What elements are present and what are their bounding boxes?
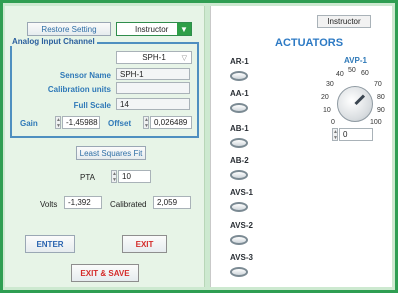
pta-spinner-icon[interactable]: ▲ ▼: [111, 170, 117, 183]
volts-label: Volts: [40, 200, 58, 209]
channel-select[interactable]: SPH-1 ▽: [116, 51, 192, 64]
instructor-select-value: Instructor: [135, 24, 169, 34]
actuator-label-aa-1: AA-1: [230, 89, 249, 98]
actuator-label-avs-2: AVS-2: [230, 221, 253, 230]
volts-value: -1,392: [64, 196, 102, 209]
enter-label: ENTER: [36, 239, 64, 249]
pta-label: PTA: [80, 173, 95, 182]
calibrated-value: 2,059: [153, 196, 191, 209]
dial-tick-30: 30: [326, 81, 334, 88]
avp-1-label: AVP-1: [344, 56, 367, 65]
enter-button[interactable]: ENTER: [25, 235, 75, 253]
dial-tick-50: 50: [348, 67, 356, 74]
calibration-units-label: Calibration units: [47, 85, 111, 94]
exit-save-button[interactable]: EXIT & SAVE: [71, 264, 139, 282]
dial-tick-70: 70: [374, 81, 382, 88]
gain-spinner-icon[interactable]: ▲ ▼: [55, 116, 61, 129]
full-scale-label: Full Scale: [73, 101, 111, 110]
dial-value-field[interactable]: 0: [339, 128, 373, 141]
exit-button[interactable]: EXIT: [122, 235, 167, 253]
analog-input-title: Analog Input Channel: [10, 37, 97, 46]
actuator-label-ab-1: AB-1: [230, 124, 249, 133]
actuator-label-ar-1: AR-1: [230, 57, 249, 66]
offset-field[interactable]: 0,026489: [150, 116, 192, 129]
exit-save-label: EXIT & SAVE: [80, 268, 130, 278]
actuator-label-avs-1: AVS-1: [230, 188, 253, 197]
least-squares-label: Least Squares Fit: [79, 148, 143, 158]
dial-tick-60: 60: [361, 70, 369, 77]
dial-tick-0: 0: [331, 119, 335, 126]
dial-spinner-icon[interactable]: ▲ ▼: [332, 128, 338, 141]
actuator-label-avs-3: AVS-3: [230, 253, 253, 262]
least-squares-fit-button[interactable]: Least Squares Fit: [76, 146, 146, 160]
offset-spinner-icon[interactable]: ▲ ▼: [143, 116, 149, 129]
channel-select-value: SPH-1: [142, 53, 166, 62]
pta-field[interactable]: 10: [118, 170, 151, 183]
gain-label: Gain: [20, 119, 38, 128]
instructor-select[interactable]: Instructor ▼: [116, 22, 192, 36]
actuators-title: ACTUATORS: [275, 37, 344, 49]
dial-tick-10: 10: [323, 107, 331, 114]
led-indicator-icon[interactable]: [230, 235, 248, 245]
sensor-name-field[interactable]: SPH-1: [116, 68, 190, 80]
led-indicator-icon[interactable]: [230, 71, 248, 81]
dial-tick-80: 80: [377, 94, 385, 101]
dial-tick-90: 90: [377, 107, 385, 114]
dial-tick-100: 100: [370, 119, 382, 126]
chevron-down-icon: ▽: [181, 55, 187, 62]
led-indicator-icon[interactable]: [230, 202, 248, 212]
gain-field[interactable]: -1,45988: [62, 116, 100, 129]
knob-icon[interactable]: [337, 86, 373, 122]
actuator-label-ab-2: AB-2: [230, 156, 249, 165]
calibrated-label: Calibrated: [110, 200, 147, 209]
led-indicator-icon[interactable]: [230, 267, 248, 277]
offset-label: Offset: [108, 119, 132, 128]
restore-setting-button[interactable]: Restore Setting: [27, 22, 111, 36]
knob-pointer: [354, 94, 366, 106]
full-scale-field[interactable]: 14: [116, 98, 190, 110]
calibration-units-field[interactable]: [116, 82, 190, 94]
dial-tick-40: 40: [336, 71, 344, 78]
dial-tick-20: 20: [321, 94, 329, 101]
led-indicator-icon[interactable]: [230, 170, 248, 180]
chevron-down-icon: ▼: [177, 23, 191, 35]
led-indicator-icon[interactable]: [230, 103, 248, 113]
sensor-name-label: Sensor Name: [59, 71, 111, 80]
exit-label: EXIT: [135, 239, 154, 249]
restore-setting-label: Restore Setting: [41, 24, 97, 34]
mode-indicator: Instructor: [317, 15, 371, 28]
led-indicator-icon[interactable]: [230, 138, 248, 148]
